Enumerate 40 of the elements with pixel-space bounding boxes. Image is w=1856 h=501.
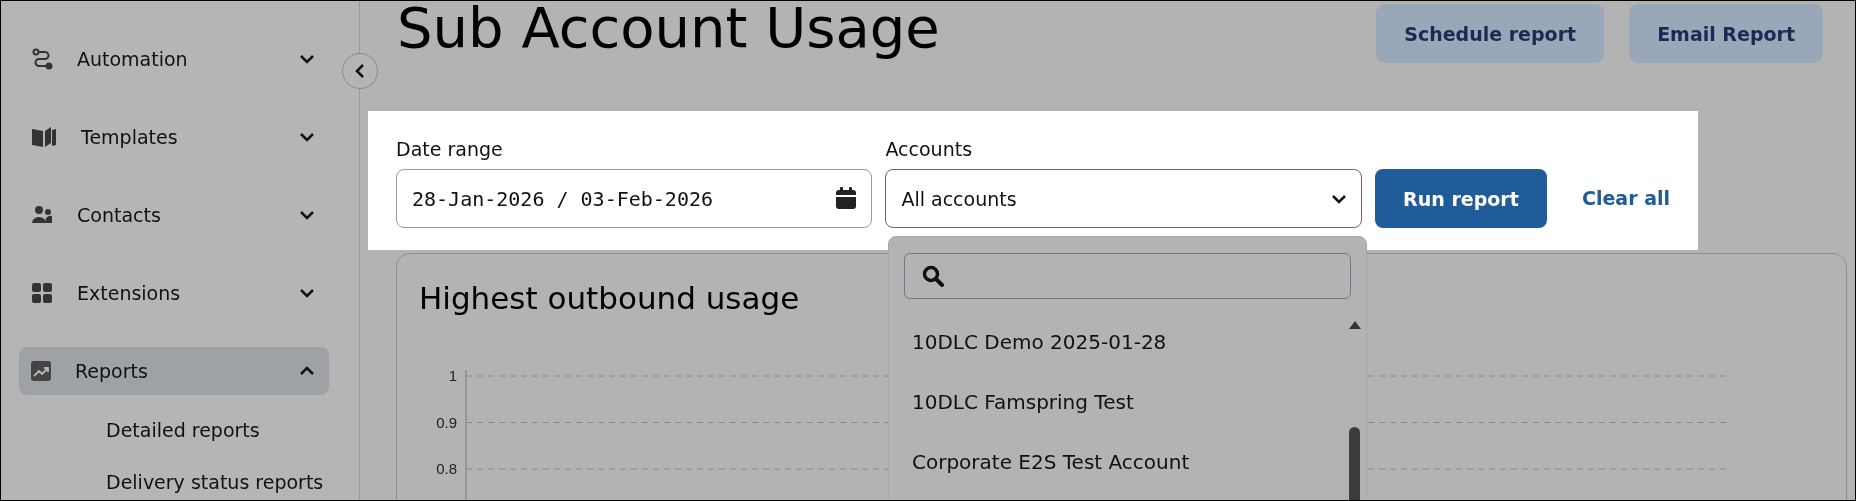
sidebar-item[interactable]: Extensions: [19, 269, 329, 317]
dropdown-option[interactable]: 10DLC Famspring Test: [912, 389, 1366, 415]
chevron-down-icon: [299, 288, 315, 298]
chart-title: Highest outbound usage: [419, 280, 801, 316]
sidebar-subitem[interactable]: Detailed reports: [106, 419, 329, 441]
chart-icon: [31, 361, 51, 381]
sidebar-item[interactable]: Contacts: [19, 191, 329, 239]
field-label: Date range: [396, 138, 504, 160]
accounts-select[interactable]: All accounts: [885, 169, 1362, 228]
sidebar-subitem[interactable]: Delivery status reports: [106, 471, 329, 493]
header-action-button[interactable]: Schedule report: [1376, 4, 1605, 63]
axis-tick-label: 0.8: [436, 460, 457, 477]
route-icon: [31, 48, 53, 70]
sidebar-item[interactable]: Templates: [19, 113, 329, 161]
search-icon: [922, 265, 944, 287]
people-icon: [31, 204, 53, 226]
axis-tick-label: 1: [448, 367, 457, 384]
dropdown-option[interactable]: 10DLC Demo 2025-01-28: [912, 329, 1366, 355]
grid-icon: [31, 282, 53, 304]
field-label: Accounts: [885, 138, 974, 160]
axis-tick-label: 0.9: [436, 413, 457, 431]
dropdown-option[interactable]: Corporate E2S Test Account: [912, 449, 1366, 475]
run-report-button[interactable]: Run report: [1374, 169, 1547, 228]
calendar-icon: [836, 187, 857, 209]
clear-all-link[interactable]: Clear all: [1582, 186, 1670, 209]
scroll-up-icon[interactable]: [1349, 321, 1361, 329]
book-icon: [31, 126, 57, 148]
sidebar-item[interactable]: Reports: [19, 347, 329, 395]
chevron-down-icon: [299, 210, 315, 220]
chevron-up-icon: [299, 366, 315, 376]
sidebar-item[interactable]: Automation: [19, 35, 329, 83]
chevron-down-icon: [1330, 193, 1347, 204]
chevron-left-icon: [355, 63, 365, 79]
chevron-down-icon: [299, 54, 315, 64]
chevron-down-icon: [299, 132, 315, 142]
header-action-button[interactable]: Email Report: [1629, 4, 1823, 63]
date-range-field[interactable]: 28-Jan-2026 / 03-Feb-2026: [396, 169, 873, 228]
collapse-button[interactable]: [342, 53, 378, 89]
search-field[interactable]: [904, 253, 1351, 299]
page-title: Sub Account Usage: [397, 1, 940, 60]
